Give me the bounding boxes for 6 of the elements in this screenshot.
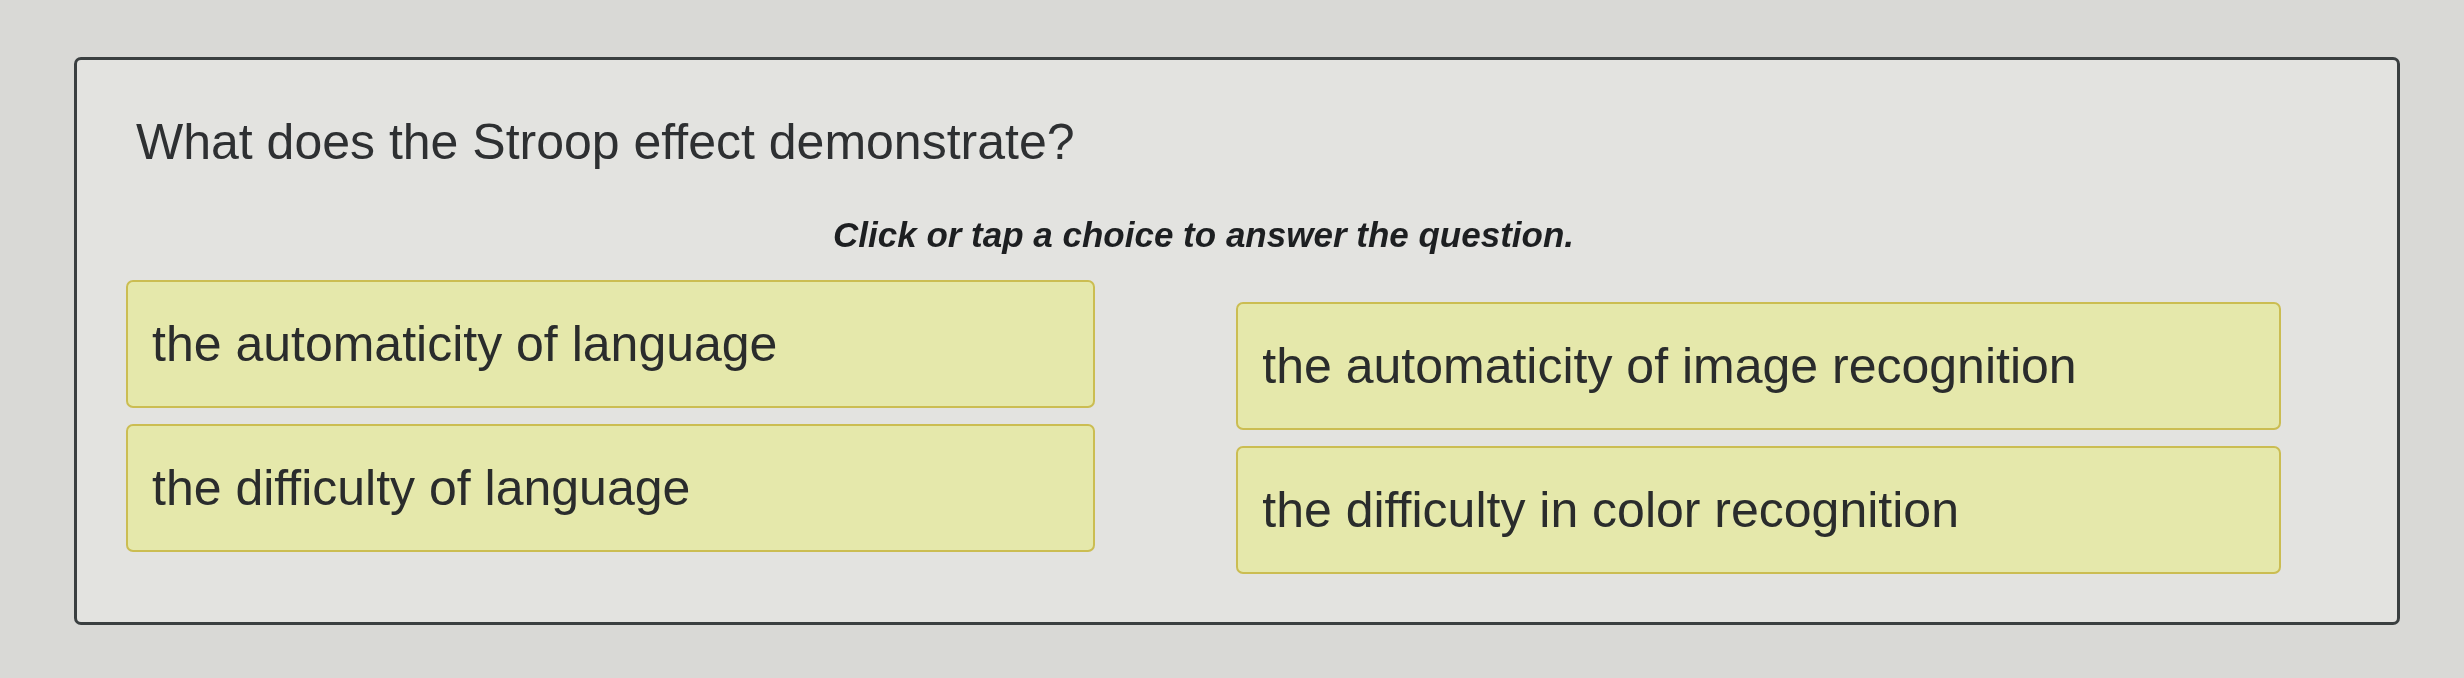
answer-choice[interactable]: the automaticity of image recognition xyxy=(1236,302,2281,430)
answer-choice[interactable]: the automaticity of language xyxy=(126,280,1096,408)
instruction-text: Click or tap a choice to answer the question. xyxy=(833,214,1574,256)
answer-choice[interactable]: the difficulty of language xyxy=(126,424,1096,552)
answer-choice[interactable]: the difficulty in color recognition xyxy=(1236,446,2281,574)
question-text: What does the Stroop effect demonstrate? xyxy=(136,113,1075,172)
